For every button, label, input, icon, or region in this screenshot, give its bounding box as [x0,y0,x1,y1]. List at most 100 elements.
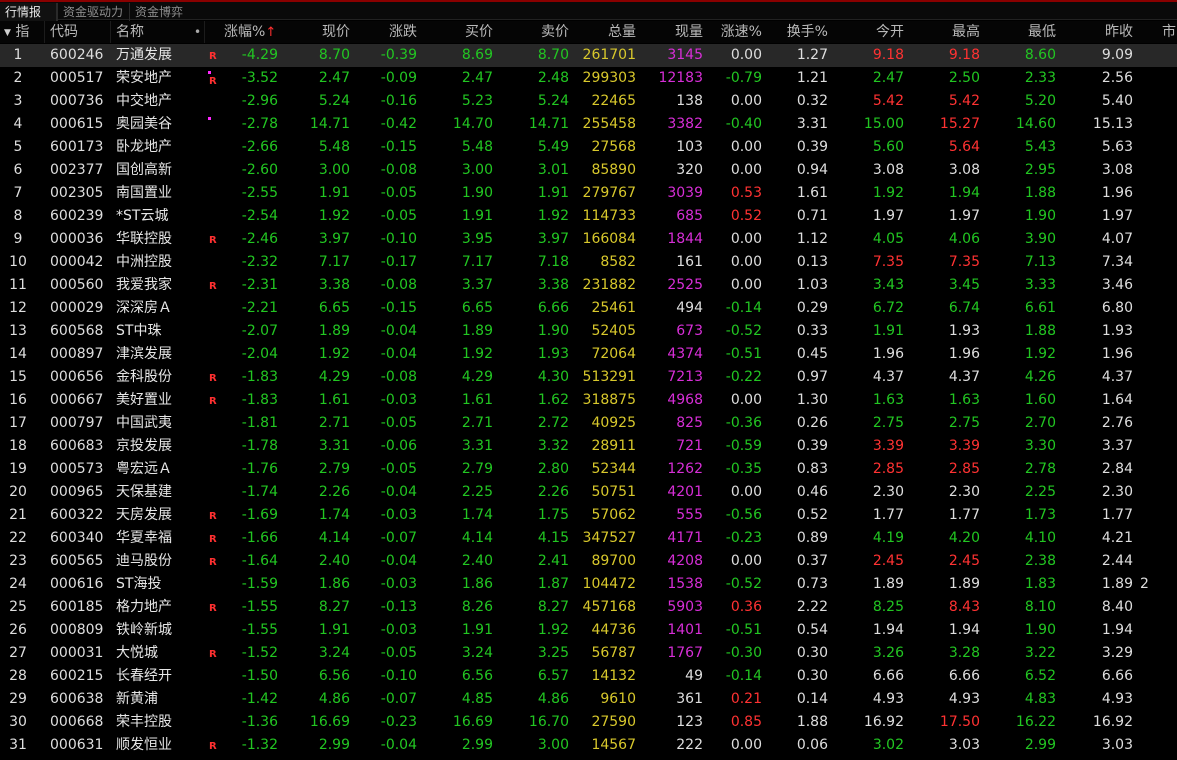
table-row[interactable]: 20 000965 天保基建 -1.74 2.26 -0.04 2.25 2.26 50751 4… [0,481,1177,504]
high-price: 4.20 [948,530,980,546]
tab-quotes[interactable]: 行情报价 [0,3,57,37]
table-row[interactable]: 9 000036 华联控股 -2.46 3.97 -0.10 3.95 3.97 166084 1… [0,228,1177,251]
table-row[interactable]: 6 002377 国创高新 -2.60 3.00 -0.08 3.00 3.01 85890 32… [0,159,1177,182]
header-current-volume[interactable]: 现量 [638,21,703,43]
table-row[interactable]: 31 000631 顺发恒业 -1.32 2.99 -0.04 2.99 3.00 14567 2… [0,734,1177,757]
header-open[interactable]: 今开 [830,21,904,43]
table-row[interactable]: 13 600568 ST中珠 -2.07 1.89 -0.04 1.89 1.90 52405 6… [0,320,1177,343]
header-change[interactable]: 涨跌 [352,21,417,43]
speed: -0.59 [725,438,762,454]
header-more[interactable]: 市 [1162,21,1177,43]
low-price: 7.13 [1024,254,1056,270]
table-row[interactable]: 18 600683 京投发展 -1.78 3.31 -0.06 3.31 3.32 28911 7… [0,435,1177,458]
price: 1.91 [318,185,350,201]
turnover: 0.46 [796,484,828,500]
total-volume: 40925 [591,415,636,431]
table-row[interactable]: 27 000031 大悦城 -1.52 3.24 -0.05 3.24 3.25 56787 17… [0,642,1177,665]
prev-close: 3.08 [1101,162,1133,178]
change: -0.04 [380,323,417,339]
table-row[interactable]: 17 000797 中国武夷 -1.81 2.71 -0.05 2.71 2.72 40925 8… [0,412,1177,435]
open-price: 4.19 [872,530,904,546]
pct-change: -2.60 [241,162,278,178]
column-divider[interactable] [44,21,45,43]
dropdown-triangle-icon[interactable]: ▼ [4,28,11,38]
header-speed[interactable]: 涨速% [705,21,762,43]
header-high[interactable]: 最高 [906,21,980,43]
table-row[interactable]: 8 600239 *ST云城 -2.54 1.92 -0.05 1.91 1.92 114733… [0,205,1177,228]
turnover: 0.29 [796,300,828,316]
margin-trading-flag: R [209,281,217,292]
column-divider[interactable] [110,21,111,43]
total-volume: 513291 [582,369,636,385]
margin-trading-flag: R [209,741,217,752]
header-name[interactable]: 名称 [116,21,204,43]
change: -0.15 [380,139,417,155]
table-row[interactable]: 1 600246 万通发展 -4.29 8.70 -0.39 8.69 8.70 261701 3… [0,44,1177,67]
table-row[interactable]: 5 600173 卧龙地产 -2.66 5.48 -0.15 5.48 5.49 27568 10… [0,136,1177,159]
turnover: 0.37 [796,553,828,569]
header-volume[interactable]: 总量 [570,21,636,43]
change: -0.07 [380,691,417,707]
price: 8.70 [318,47,350,63]
header-pct-change[interactable]: 涨幅%↑ [224,21,284,43]
ask-price: 7.18 [537,254,569,270]
table-row[interactable]: 7 002305 南国置业 -2.55 1.91 -0.05 1.90 1.91 279767 3… [0,182,1177,205]
speed: 0.00 [730,139,762,155]
tab-capital-driver[interactable]: 资金驱动力 [57,3,129,21]
high-price: 4.93 [948,691,980,707]
column-divider[interactable] [204,21,205,43]
turnover: 0.06 [796,737,828,753]
total-volume: 14132 [591,668,636,684]
speed: -0.40 [725,116,762,132]
table-row[interactable]: 29 600638 新黄浦 -1.42 4.86 -0.07 4.85 4.86 9610 361… [0,688,1177,711]
tab-capital-game[interactable]: 资金博弈 [129,3,193,21]
table-row[interactable]: 24 000616 ST海投 -1.59 1.86 -0.03 1.86 1.87 104472… [0,573,1177,596]
table-row[interactable]: 15 000656 金科股份 -1.83 4.29 -0.08 4.29 4.30 513291… [0,366,1177,389]
row-index: 22 [9,530,27,546]
table-row[interactable]: 12 000029 深深房Ａ -2.21 6.65 -0.15 6.65 6.66 25461 4… [0,297,1177,320]
high-price: 1.94 [948,622,980,638]
header-low[interactable]: 最低 [982,21,1056,43]
header-code[interactable]: 代码 [50,21,112,43]
price: 3.24 [318,645,350,661]
header-turnover[interactable]: 换手% [765,21,828,43]
table-row[interactable]: 3 000736 中交地产 -2.96 5.24 -0.16 5.23 5.24 22465 13… [0,90,1177,113]
change: -0.03 [380,392,417,408]
alert-dot-icon [208,71,211,74]
table-row[interactable]: 25 600185 格力地产 -1.55 8.27 -0.13 8.26 8.27 457168… [0,596,1177,619]
row-index: 20 [9,484,27,500]
table-row[interactable]: 4 000615 奥园美谷 -2.78 14.71 -0.42 14.70 14.71 2554… [0,113,1177,136]
table-row[interactable]: 30 000668 荣丰控股 -1.36 16.69 -0.23 16.69 16.70 275… [0,711,1177,734]
header-bid[interactable]: 买价 [420,21,493,43]
header-index[interactable]: ▼ 指 [0,21,36,43]
pct-change: -2.32 [241,254,278,270]
table-row[interactable]: 22 600340 华夏幸福 -1.66 4.14 -0.07 4.14 4.15 347527… [0,527,1177,550]
more-cell [1140,113,1177,136]
table-row[interactable]: 11 000560 我爱我家 -2.31 3.38 -0.08 3.37 3.38 231882… [0,274,1177,297]
header-ask[interactable]: 卖价 [495,21,569,43]
table-row[interactable]: 2 000517 荣安地产 -3.52 2.47 -0.09 2.47 2.48 299303 1… [0,67,1177,90]
stock-code: 000560 [50,277,104,293]
high-price: 2.45 [948,553,980,569]
header-prev-close[interactable]: 昨收 [1058,21,1133,43]
row-index: 10 [9,254,27,270]
bid-price: 4.14 [461,530,493,546]
pct-change: -1.74 [241,484,278,500]
stock-code: 002305 [50,185,104,201]
table-row[interactable]: 10 000042 中洲控股 -2.32 7.17 -0.17 7.17 7.18 8582 16… [0,251,1177,274]
table-row[interactable]: 14 000897 津滨发展 -2.04 1.92 -0.04 1.92 1.93 72064 4… [0,343,1177,366]
table-row[interactable]: 23 600565 迪马股份 -1.64 2.40 -0.04 2.40 2.41 89700 4… [0,550,1177,573]
table-row[interactable]: 28 600215 长春经开 -1.50 6.56 -0.10 6.56 6.57 14132 4… [0,665,1177,688]
table-row[interactable]: 19 000573 粤宏远Ａ -1.76 2.79 -0.05 2.79 2.80 52344 1… [0,458,1177,481]
prev-close: 1.97 [1101,208,1133,224]
speed: 0.52 [730,208,762,224]
pct-change: -2.07 [241,323,278,339]
header-price[interactable]: 现价 [280,21,350,43]
turnover: 1.61 [796,185,828,201]
table-row[interactable]: 16 000667 美好置业 -1.83 1.61 -0.03 1.61 1.62 318875… [0,389,1177,412]
table-row[interactable]: 26 000809 铁岭新城 -1.55 1.91 -0.03 1.91 1.92 44736 1… [0,619,1177,642]
ask-price: 5.24 [537,93,569,109]
table-row[interactable]: 21 600322 天房发展 -1.69 1.74 -0.03 1.74 1.75 57062 5… [0,504,1177,527]
ask-price: 3.38 [537,277,569,293]
stock-code: 600568 [50,323,104,339]
